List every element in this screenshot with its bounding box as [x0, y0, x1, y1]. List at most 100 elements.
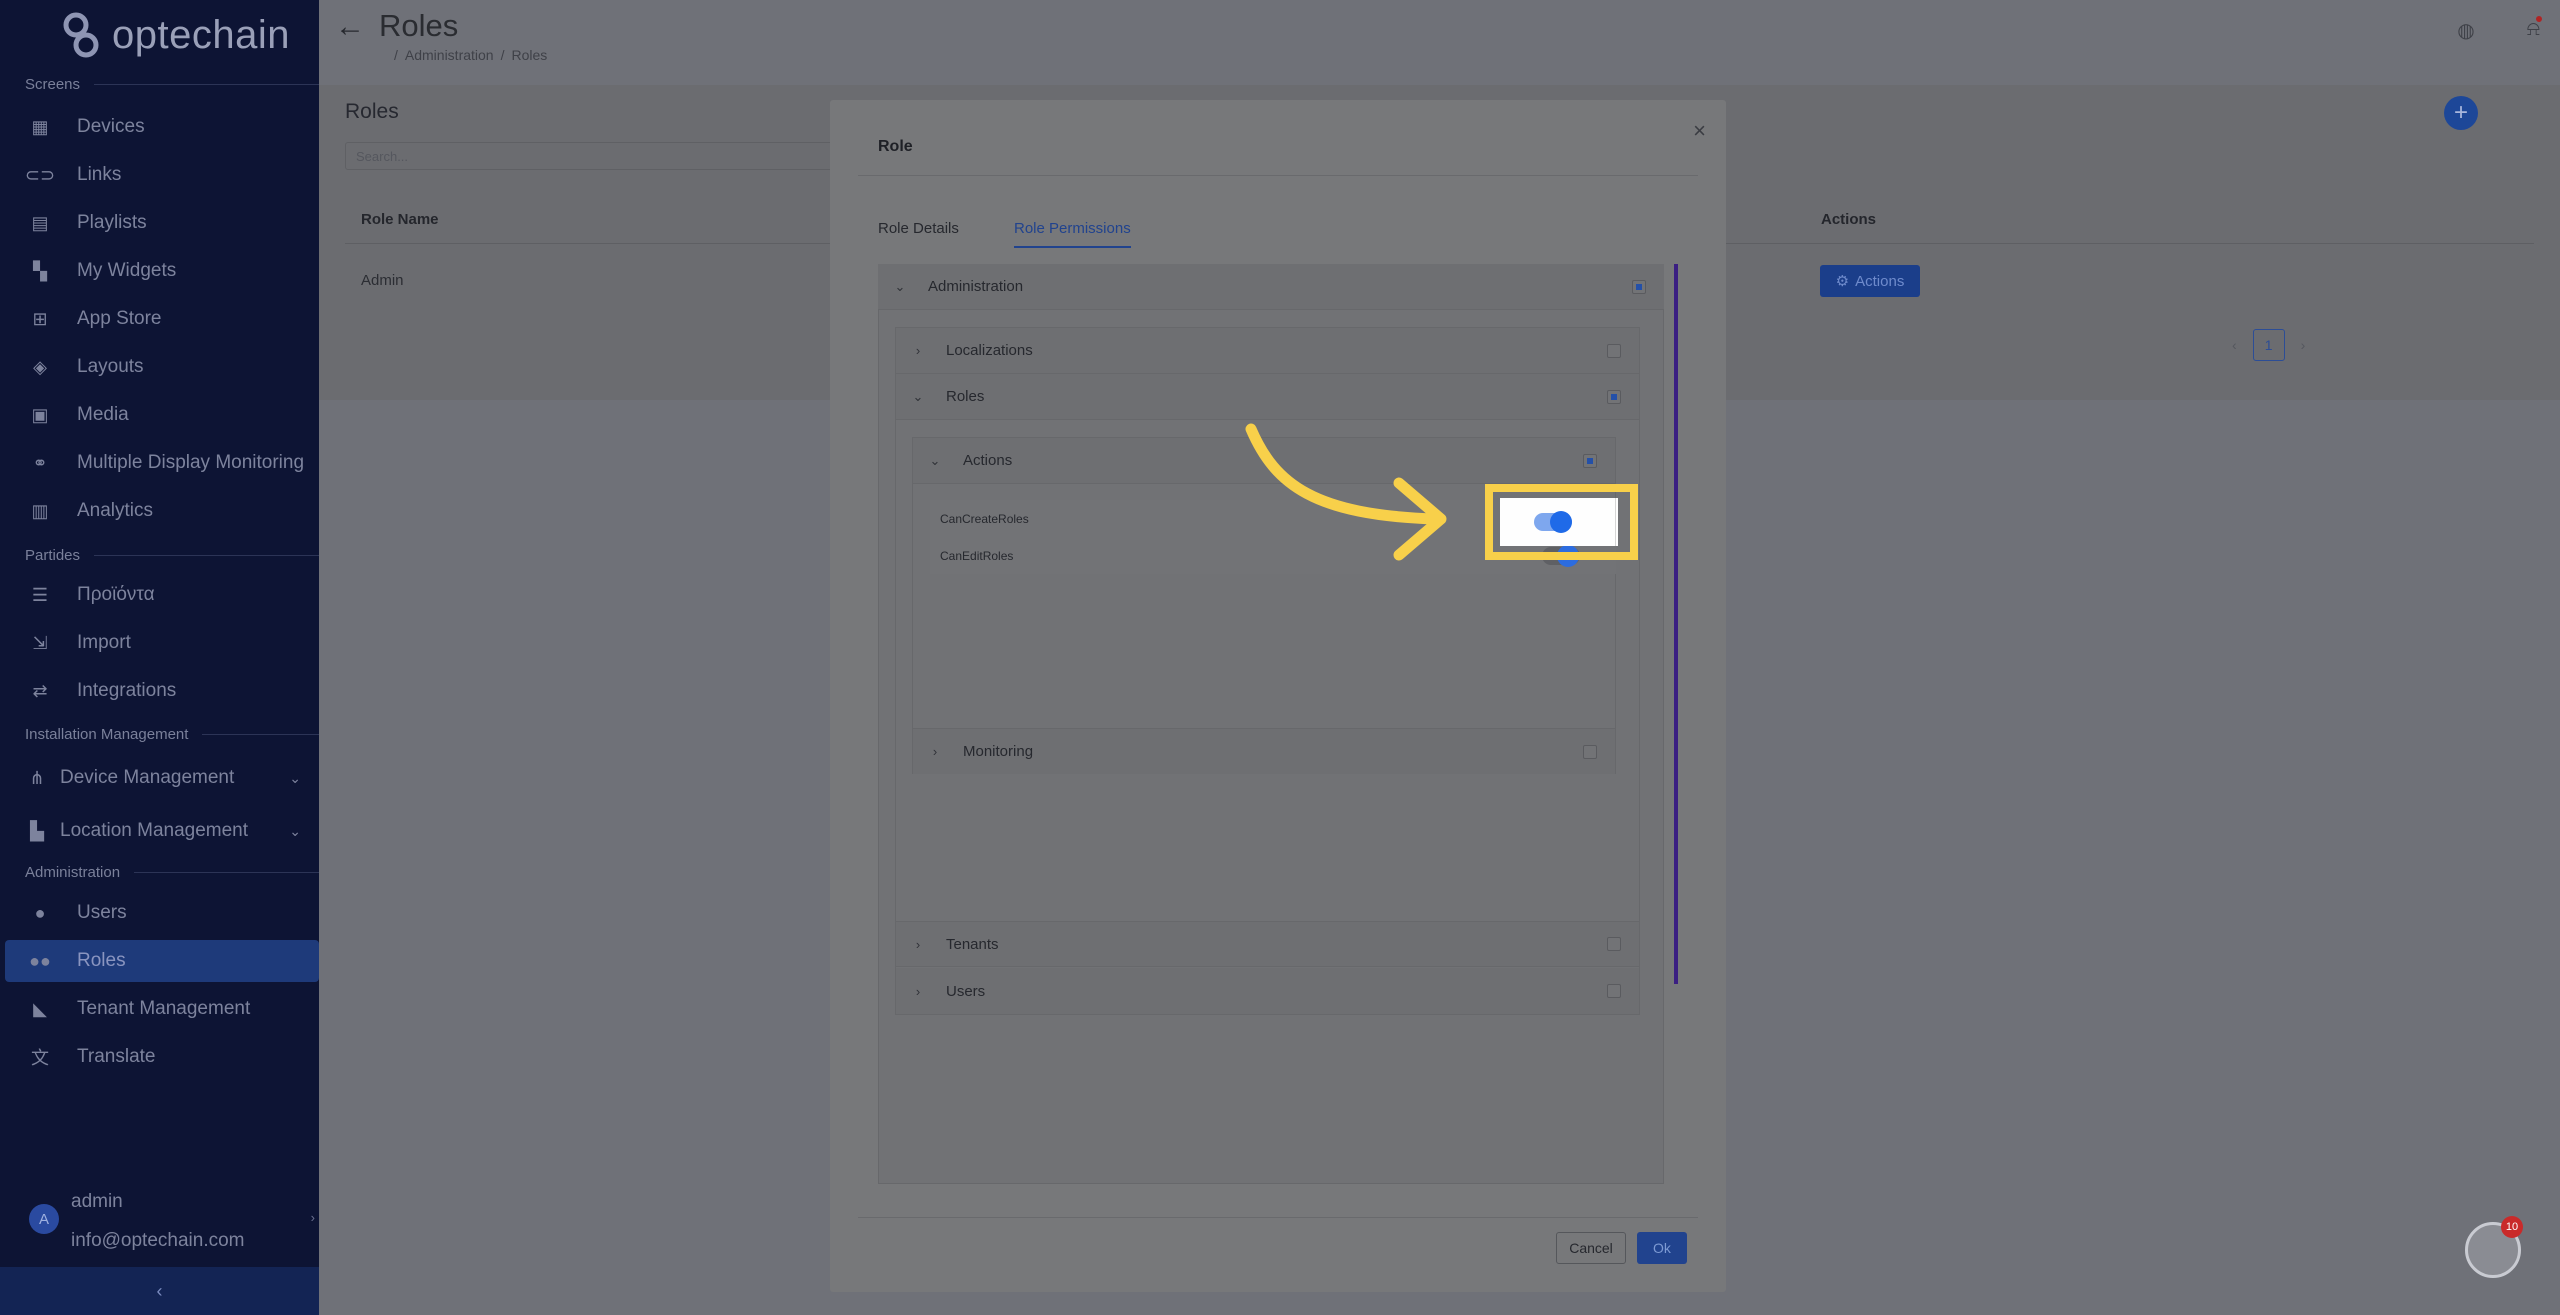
layers-icon: ◈: [33, 356, 47, 377]
sidebar-collapse-button[interactable]: ‹: [0, 1267, 319, 1315]
users-checkbox[interactable]: [1607, 984, 1621, 998]
modal-footer-divider: [858, 1217, 1698, 1218]
chevron-down-icon: ⌄: [912, 388, 924, 404]
tab-role-permissions[interactable]: Role Permissions: [1014, 220, 1131, 248]
sidebar-item-roles[interactable]: ●● Roles: [5, 940, 319, 982]
list-title: Roles: [345, 100, 399, 123]
link-icon: ⊂⊃: [24, 164, 56, 185]
gear-icon: ⚙: [1835, 273, 1850, 290]
actions-checkbox[interactable]: [1583, 453, 1597, 468]
node-administration-header[interactable]: ⌄ Administration: [878, 264, 1664, 310]
sidebar-item-tenant-management[interactable]: ◣ Tenant Management: [0, 988, 319, 1030]
chevron-right-icon: ›: [915, 936, 921, 952]
close-icon[interactable]: ×: [1693, 118, 1706, 144]
sidebar-item-app-store[interactable]: ⊞ App Store: [0, 298, 319, 340]
cancel-button[interactable]: Cancel: [1556, 1232, 1626, 1264]
sidebar-item-multiple-display-monitoring[interactable]: ⚭ Multiple Display Monitoring: [0, 442, 319, 484]
help-badge: 10: [2501, 1216, 2523, 1238]
breadcrumb-administration[interactable]: Administration: [405, 47, 494, 63]
node-roles-header[interactable]: ⌄ Roles: [896, 374, 1639, 420]
logo-text: optechain: [112, 13, 290, 57]
sidebar-item-products[interactable]: ☰ Προϊόντα: [0, 574, 319, 616]
globe-icon[interactable]: ◍: [2457, 18, 2474, 43]
section-partides: Partides: [25, 547, 319, 564]
localizations-checkbox[interactable]: [1607, 343, 1621, 358]
breadcrumb: / Administration / Roles: [394, 47, 548, 63]
sidebar-item-my-widgets[interactable]: ▚ My Widgets: [0, 250, 319, 292]
scrollbar[interactable]: [1674, 264, 1678, 984]
sidebar-item-devices[interactable]: ▦ Devices: [0, 106, 319, 148]
chevron-right-icon: ›: [932, 744, 938, 759]
page-number[interactable]: 1: [2252, 329, 2285, 361]
swap-icon: ⇄: [32, 680, 48, 701]
node-localizations-header[interactable]: › Localizations: [896, 328, 1639, 374]
chevron-down-icon: ⌄: [894, 278, 906, 294]
sidebar-item-links[interactable]: ⊂⊃ Links: [0, 154, 319, 196]
chevron-down-icon: ⌄: [289, 769, 301, 786]
section-administration: Administration: [25, 864, 319, 881]
sidebar-item-location-management[interactable]: ▙ Location Management ⌄: [0, 810, 319, 852]
sidebar-item-import[interactable]: ⇲ Import: [0, 622, 319, 664]
list-icon: ☰: [31, 584, 49, 605]
sidebar-item-media[interactable]: ▣ Media: [0, 394, 319, 436]
permission-label: CanCreateRoles: [940, 512, 1029, 526]
prev-page-icon[interactable]: ‹: [2232, 337, 2237, 353]
section-installation: Installation Management: [25, 726, 319, 743]
sidebar-item-device-management[interactable]: ⋔ Device Management ⌄: [0, 757, 319, 799]
widgets-icon: ▚: [33, 260, 47, 281]
can-create-roles-toggle[interactable]: [1534, 511, 1572, 533]
search-input[interactable]: Search...: [345, 142, 865, 170]
modal-title: Role: [878, 138, 913, 155]
apps-icon: ⊞: [32, 308, 48, 329]
node-tenants-header[interactable]: › Tenants: [896, 921, 1639, 967]
logo-icon: [63, 12, 99, 57]
column-role-name: Role Name: [361, 211, 439, 228]
sidebar-item-users[interactable]: ● Users: [0, 892, 319, 934]
roles-checkbox[interactable]: [1607, 389, 1621, 404]
sidebar-item-layouts[interactable]: ◈ Layouts: [0, 346, 319, 388]
analytics-icon: ▥: [31, 500, 49, 521]
building-icon: ▙: [30, 820, 44, 841]
page-title: Roles: [379, 8, 459, 43]
chevron-down-icon: ⌄: [289, 822, 301, 839]
next-page-icon[interactable]: ›: [2301, 337, 2306, 353]
user-menu[interactable]: A admin info@optechain.com ›: [25, 1188, 315, 1258]
import-icon: ⇲: [32, 632, 48, 653]
section-screens: Screens: [25, 76, 319, 93]
sidebar-item-playlists[interactable]: ▤ Playlists: [0, 202, 319, 244]
sidebar-item-integrations[interactable]: ⇄ Integrations: [0, 670, 319, 712]
breadcrumb-roles: Roles: [511, 47, 548, 63]
sidebar: optechain Screens ▦ Devices ⊂⊃ Links ▤ Play…: [0, 0, 319, 1315]
notification-dot: [2536, 16, 2542, 22]
topbar: ← Roles / Administration / Roles ◍ ⍾: [319, 0, 2560, 63]
administration-checkbox[interactable]: [1632, 279, 1646, 294]
add-role-button[interactable]: +: [2444, 96, 2478, 130]
chevron-left-icon: ‹: [156, 1280, 163, 1301]
grid-icon: ▦: [31, 116, 49, 137]
permission-label: CanEditRoles: [940, 549, 1014, 563]
people-icon: ●●: [29, 950, 51, 971]
user-email: info@optechain.com: [71, 1230, 245, 1251]
logo[interactable]: optechain: [60, 8, 290, 63]
tenant-icon: ◣: [33, 998, 47, 1019]
sidebar-item-translate[interactable]: 文 Translate: [0, 1036, 319, 1078]
sidebar-item-analytics[interactable]: ▥ Analytics: [0, 490, 319, 532]
ok-button[interactable]: Ok: [1637, 1232, 1687, 1264]
translate-icon: 文: [31, 1048, 49, 1068]
highlight-arrow-icon: [1245, 423, 1447, 561]
column-actions: Actions: [1821, 211, 1877, 228]
chevron-right-icon: ›: [915, 983, 921, 999]
node-monitoring-header[interactable]: › Monitoring: [913, 728, 1615, 774]
top-icons: ◍ ⍾: [2457, 16, 2542, 43]
tab-role-details[interactable]: Role Details: [878, 220, 959, 237]
bell-icon[interactable]: ⍾: [2527, 16, 2542, 43]
node-users-header[interactable]: › Users: [896, 968, 1639, 1014]
row-actions-button[interactable]: ⚙ Actions: [1820, 265, 1920, 297]
network-icon: ⋔: [29, 767, 45, 788]
chevron-right-icon: ›: [310, 1210, 315, 1225]
back-arrow-icon[interactable]: ←: [335, 10, 365, 44]
person-icon: ●: [34, 902, 46, 923]
monitoring-checkbox[interactable]: [1583, 744, 1597, 759]
playlist-icon: ▤: [31, 212, 49, 233]
tenants-checkbox[interactable]: [1607, 937, 1621, 951]
